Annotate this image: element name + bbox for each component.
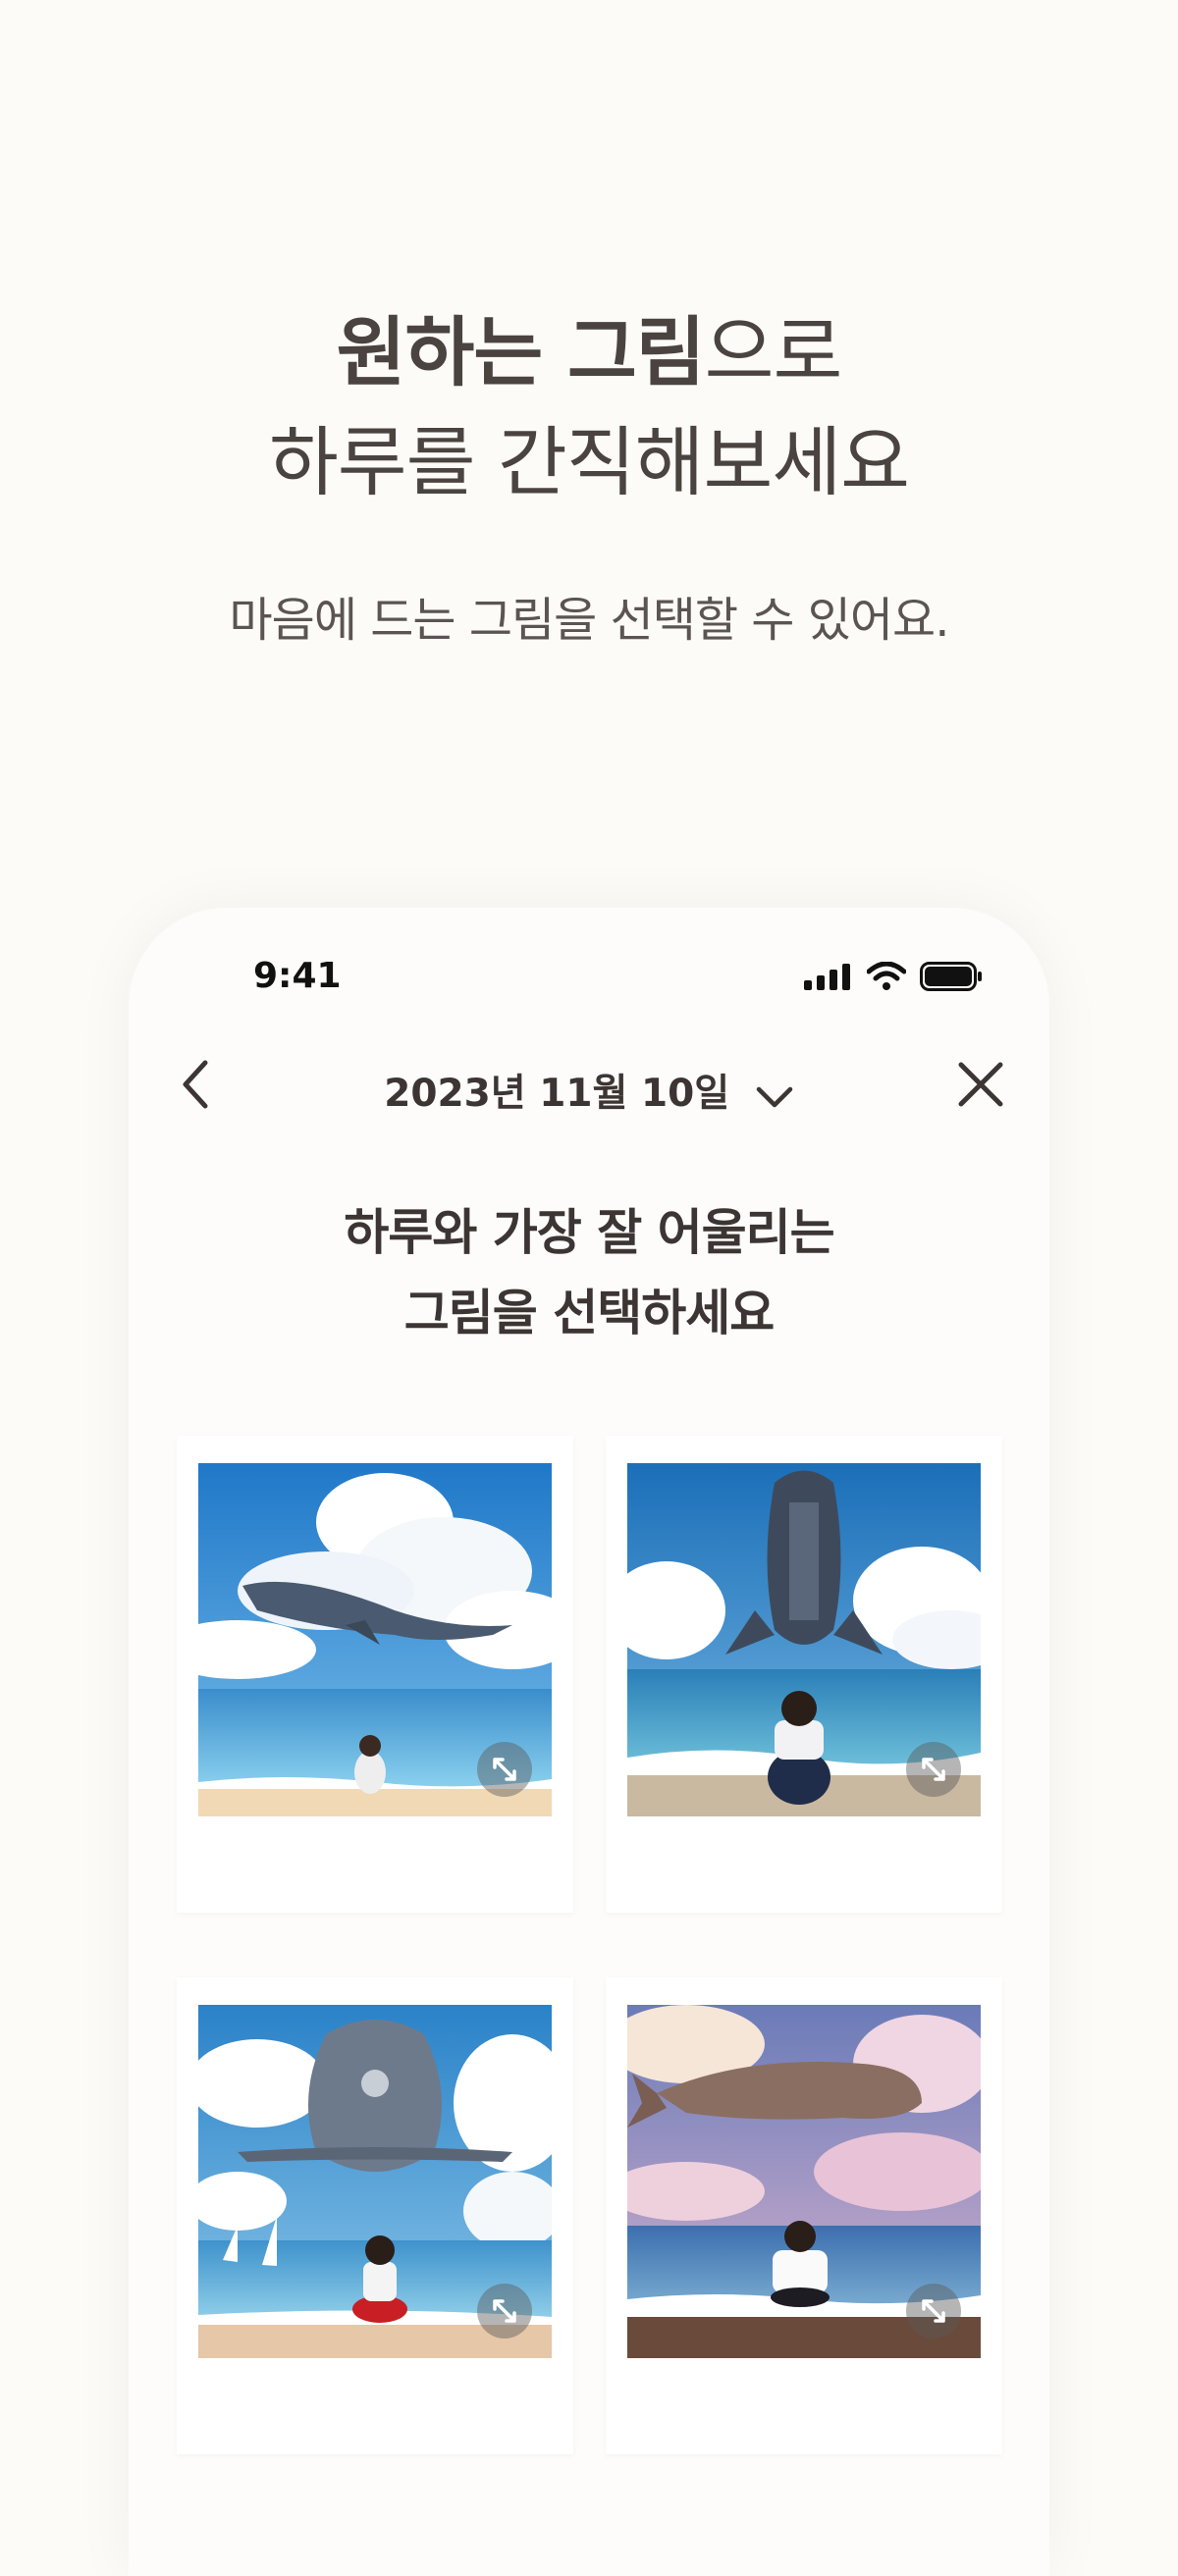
date-label: 2023년 11월 10일 [384, 1072, 730, 1116]
date-selector[interactable]: 2023년 11월 10일 [129, 1063, 1049, 1118]
image-card-3[interactable] [177, 1977, 573, 2454]
status-time: 9:41 [253, 956, 342, 996]
expand-button[interactable] [477, 1742, 532, 1797]
close-button[interactable] [941, 1045, 1020, 1124]
wifi-icon [867, 962, 906, 990]
expand-icon [493, 1758, 516, 1781]
battery-icon [920, 962, 982, 991]
hero-title-bold: 원하는 그림 [336, 310, 706, 397]
prompt-line1: 하루와 가장 잘 어울리는 [344, 1204, 834, 1261]
hero-title-line2: 하루를 간직해보세요 [268, 420, 910, 507]
expand-button[interactable] [906, 1742, 961, 1797]
phone-mockup: 9:41 2023년 11월 10일 하루와 가장 잘 어울리는 그림을 선택하… [129, 908, 1049, 2576]
expand-icon [493, 2299, 516, 2323]
selection-prompt: 하루와 가장 잘 어울리는 그림을 선택하세요 [129, 1192, 1049, 1353]
image-card-1[interactable] [177, 1436, 573, 1913]
expand-button[interactable] [906, 2284, 961, 2339]
expand-icon [922, 1758, 945, 1781]
signal-icon [804, 964, 850, 990]
chevron-down-icon [756, 1086, 792, 1107]
top-nav: 2023년 11월 10일 [129, 1045, 1049, 1124]
hero-subtitle: 마음에 드는 그림을 선택할 수 있어요. [229, 593, 950, 648]
hero-title-rest: 으로 [704, 310, 843, 397]
expand-icon [922, 2299, 945, 2323]
close-icon [958, 1062, 1003, 1107]
prompt-line2: 그림을 선택하세요 [403, 1285, 775, 1341]
status-icons [804, 957, 983, 996]
image-card-4[interactable] [606, 1977, 1002, 2454]
expand-button[interactable] [477, 2284, 532, 2339]
image-card-2[interactable] [606, 1436, 1002, 1913]
hero-title: 원하는 그림으로 하루를 간직해보세요 [0, 299, 1178, 519]
